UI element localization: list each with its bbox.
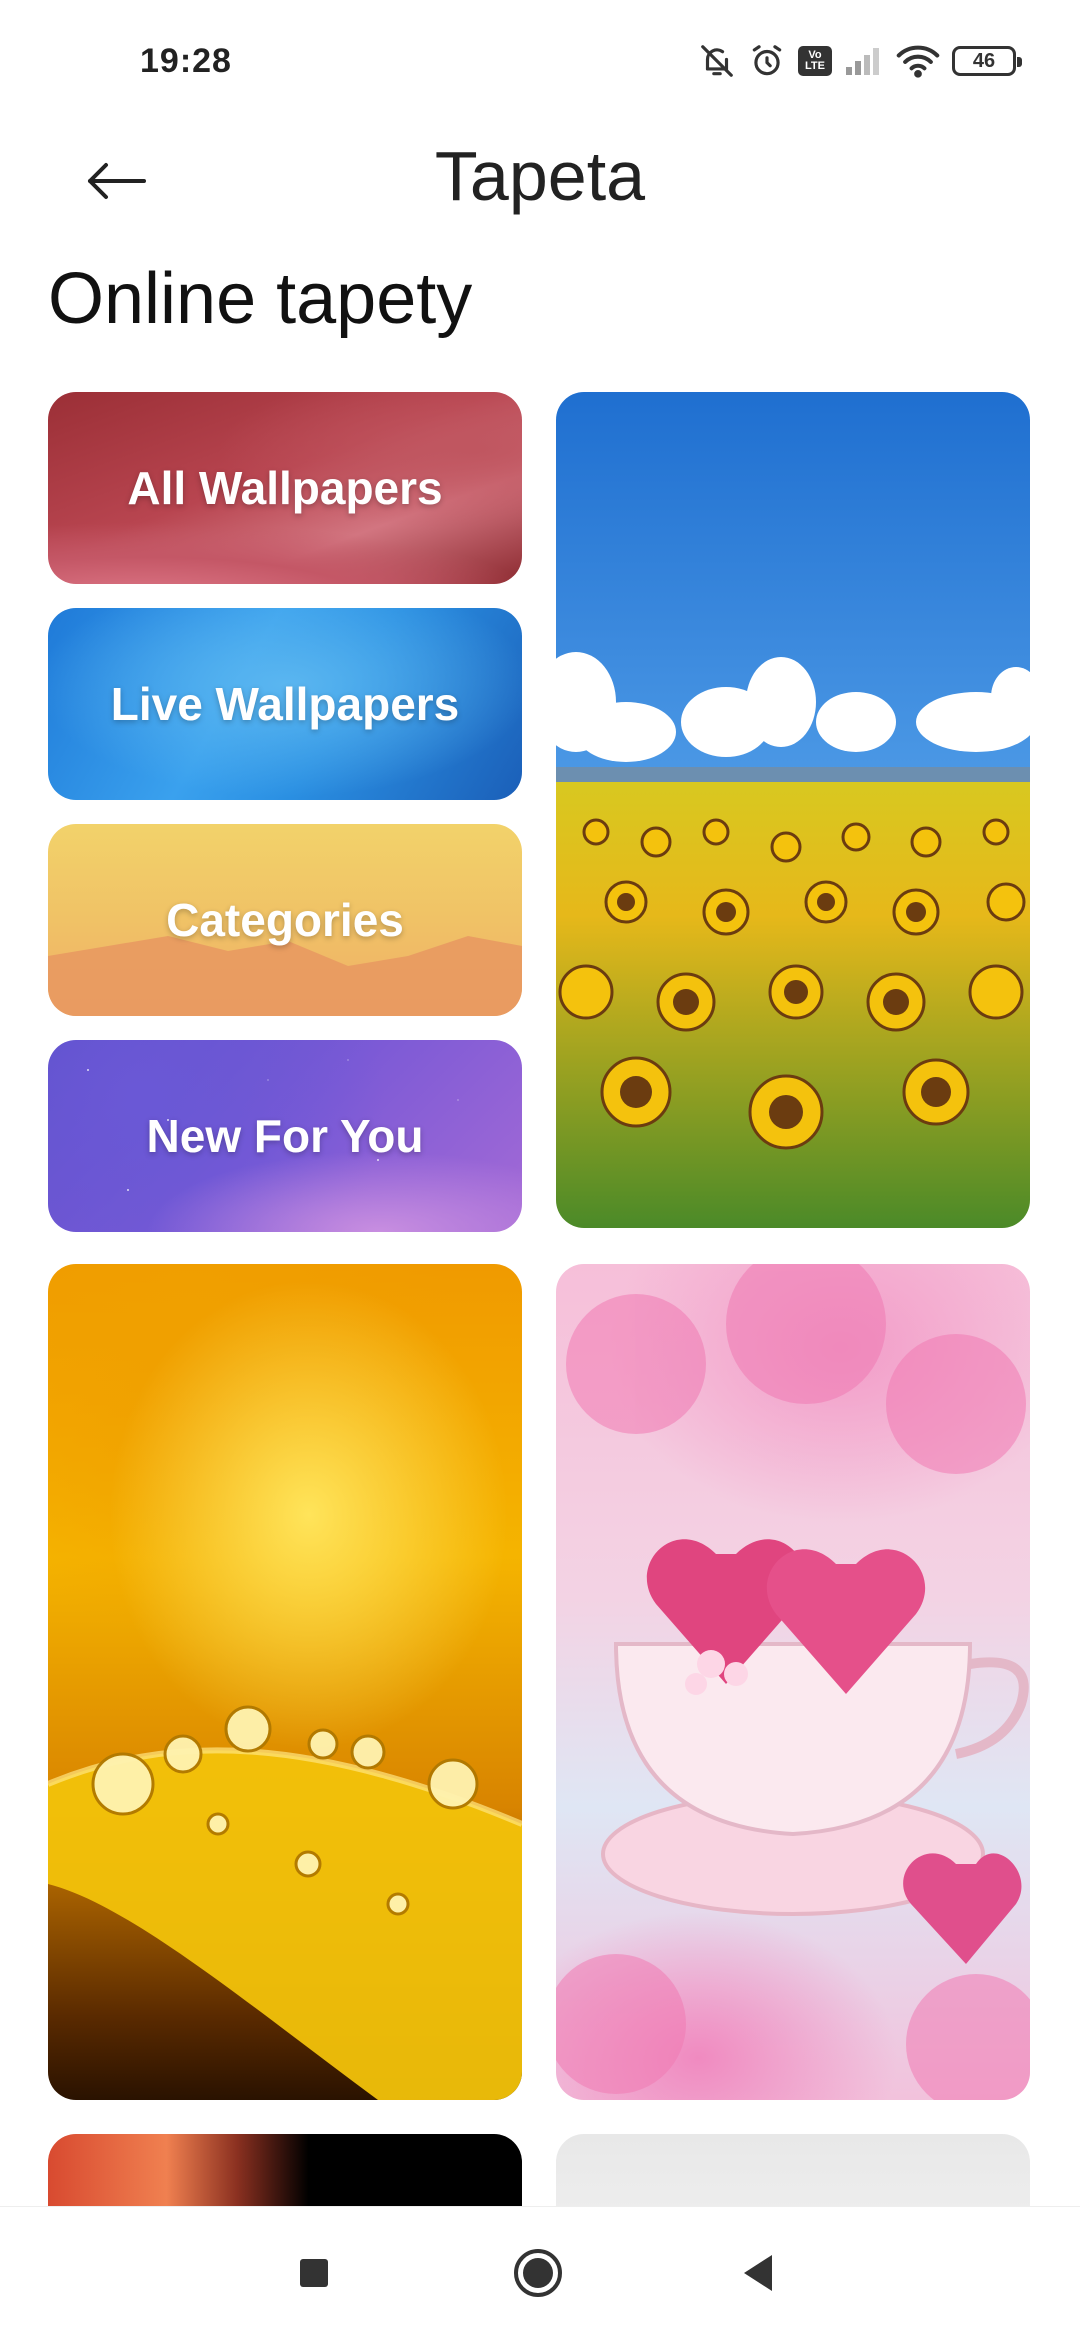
sunflower-image (556, 392, 1030, 1228)
signal-icon (844, 45, 884, 77)
status-icons: Vo LTE 46 (698, 36, 1022, 86)
wallpaper-sunflower-field[interactable] (556, 392, 1030, 1228)
all-wallpapers-tile[interactable]: All Wallpapers (48, 392, 522, 584)
page-title: Tapeta (434, 137, 646, 215)
alarm-icon (748, 42, 786, 80)
volte-label-2: LTE (805, 60, 825, 72)
mute-bell-icon (698, 42, 736, 80)
all-wallpapers-label: All Wallpapers (127, 462, 443, 514)
navigation-bar (0, 2206, 1080, 2341)
wifi-icon (896, 44, 940, 78)
live-wallpapers-tile[interactable]: Live Wallpapers (48, 608, 522, 800)
app-header: Tapeta (0, 126, 1080, 236)
new-for-you-tile[interactable]: New For You (48, 1040, 522, 1232)
recents-button[interactable] (282, 2243, 346, 2307)
categories-tile[interactable]: Categories (48, 824, 522, 1016)
back-triangle-icon (740, 2253, 776, 2298)
battery-level: 46 (972, 49, 996, 72)
section-title: Online tapety (48, 259, 473, 339)
home-button[interactable] (506, 2243, 570, 2307)
home-circle-icon (512, 2247, 564, 2304)
wallpaper-pink-macarons[interactable] (556, 1264, 1030, 2100)
wallpaper-water-drops[interactable] (48, 1264, 522, 2100)
battery-icon: 46 (952, 46, 1022, 76)
categories-label: Categories (166, 894, 404, 946)
back-nav-button[interactable] (726, 2243, 790, 2307)
status-time: 19:28 (140, 42, 232, 80)
live-wallpapers-label: Live Wallpapers (110, 678, 460, 730)
volte-icon: Vo LTE (798, 46, 832, 76)
new-for-you-label: New For You (146, 1110, 424, 1162)
recents-square-icon (298, 2257, 330, 2294)
macaron-image (556, 1264, 1030, 2100)
water-drops-image (48, 1705, 522, 2100)
status-bar: 19:28 Vo LTE 46 (0, 0, 1080, 126)
